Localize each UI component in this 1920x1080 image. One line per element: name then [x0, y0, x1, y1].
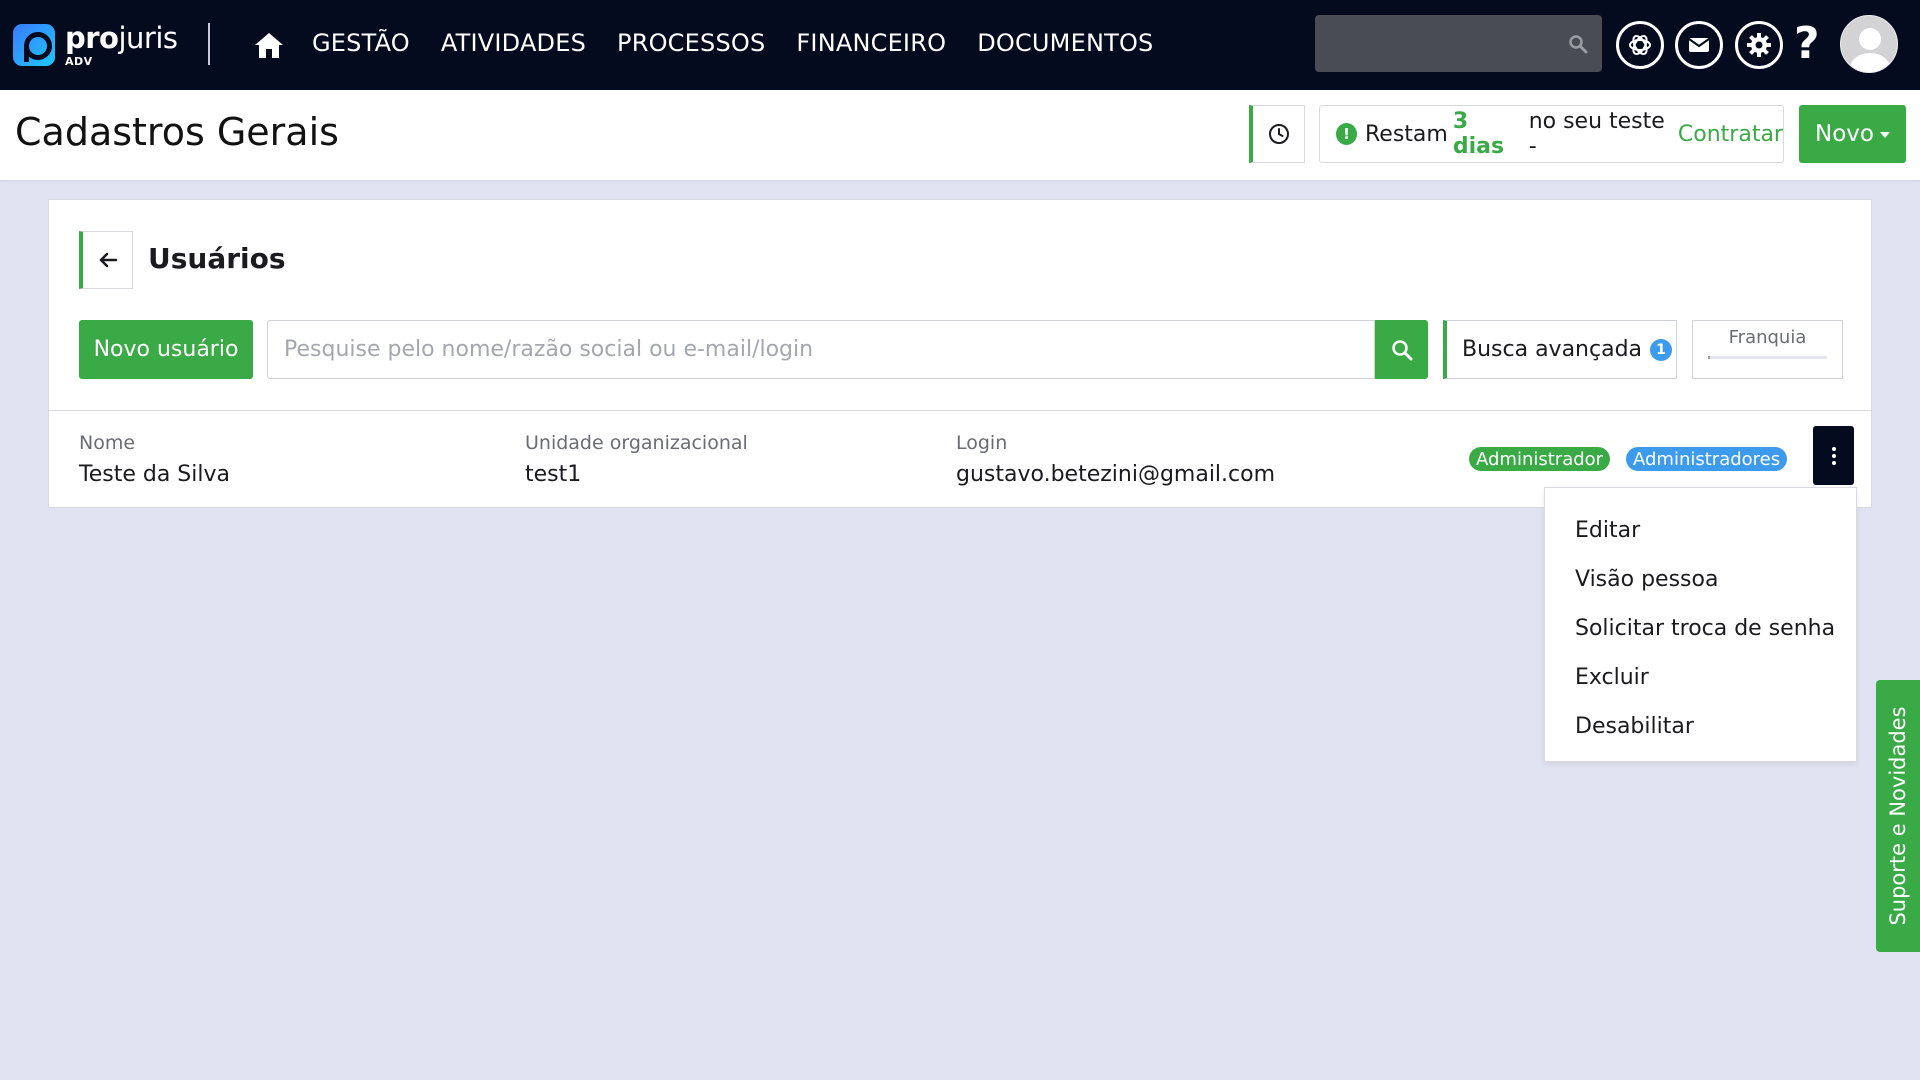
menu-item-visao-pessoa[interactable]: Visão pessoa: [1545, 555, 1856, 604]
nav-atividades[interactable]: ATIVIDADES: [441, 29, 586, 57]
new-user-button[interactable]: Novo usuário: [79, 320, 253, 379]
filter-count-badge: 1: [1650, 338, 1673, 361]
back-button[interactable]: [79, 231, 133, 289]
alert-icon: !: [1336, 123, 1357, 145]
gear-icon: [1747, 33, 1771, 57]
page-title: Cadastros Gerais: [15, 110, 339, 154]
logo-text: projuris ADV: [65, 21, 178, 68]
nav-processos[interactable]: PROCESSOS: [617, 29, 765, 57]
novo-dropdown-button[interactable]: Novo: [1799, 105, 1906, 163]
role-badge-administrador: Administrador: [1469, 447, 1611, 471]
page-header: Cadastros Gerais ! Restam 3 dias no seu …: [0, 90, 1920, 180]
novo-label: Novo: [1815, 121, 1874, 147]
home-icon[interactable]: [253, 30, 285, 60]
ai-knot-icon: [1629, 34, 1651, 56]
unit-column-label: Unidade organizacional: [525, 432, 748, 454]
main-nav: GESTÃO ATIVIDADES PROCESSOS FINANCEIRO D…: [312, 29, 1154, 57]
settings-icon[interactable]: [1735, 21, 1783, 69]
user-name: Teste da Silva: [79, 462, 230, 487]
clock-icon: [1268, 124, 1289, 144]
nav-gestao[interactable]: GESTÃO: [312, 29, 410, 57]
row-actions-menu: Editar Visão pessoa Solicitar troca de s…: [1544, 487, 1857, 762]
user-login: gustavo.betezini@gmail.com: [956, 462, 1276, 487]
nav-documentos[interactable]: DOCUMENTOS: [977, 29, 1153, 57]
avatar[interactable]: [1840, 15, 1898, 73]
trial-banner: ! Restam 3 dias no seu teste - Contratar: [1319, 105, 1784, 163]
user-unit: test1: [525, 462, 582, 487]
advanced-search-label: Busca avançada: [1462, 337, 1643, 362]
menu-item-excluir[interactable]: Excluir: [1545, 653, 1856, 702]
trial-prefix: Restam: [1365, 121, 1448, 147]
ai-assistant-icon[interactable]: [1616, 21, 1664, 69]
user-search-input[interactable]: [267, 320, 1375, 379]
name-column-label: Nome: [79, 432, 136, 454]
menu-item-solicitar-troca-senha[interactable]: Solicitar troca de senha: [1545, 604, 1856, 653]
history-button[interactable]: [1249, 105, 1305, 163]
menu-item-desabilitar[interactable]: Desabilitar: [1545, 702, 1856, 751]
trial-suffix: no seu teste -: [1528, 109, 1665, 159]
login-column-label: Login: [956, 432, 1008, 454]
nav-financeiro[interactable]: FINANCEIRO: [796, 29, 946, 57]
kebab-dot: [1831, 453, 1836, 458]
logo-mark-icon: [13, 24, 55, 66]
divider: [49, 410, 1871, 411]
user-search-button[interactable]: [1375, 320, 1428, 379]
advanced-search-button[interactable]: Busca avançada 1: [1443, 320, 1677, 379]
trial-days: 3 dias: [1452, 109, 1505, 159]
search-icon[interactable]: [1568, 34, 1588, 54]
top-navbar: projuris ADV GESTÃO ATIVIDADES PROCESSOS…: [0, 0, 1920, 90]
caret-down-icon: [1879, 132, 1890, 138]
global-search-input[interactable]: [1315, 15, 1602, 72]
logo-divider: [208, 23, 210, 65]
support-tab-label: Suporte e Novidades: [1886, 706, 1910, 926]
kebab-dot: [1831, 446, 1836, 451]
arrow-left-icon: [99, 252, 117, 268]
users-card: Usuários Novo usuário Busca avançada 1 F…: [48, 199, 1872, 508]
group-badge-administradores: Administradores: [1626, 447, 1788, 471]
section-title: Usuários: [148, 242, 286, 275]
envelope-icon: [1688, 38, 1710, 52]
mail-icon[interactable]: [1675, 21, 1723, 69]
contratar-link[interactable]: Contratar: [1678, 122, 1783, 147]
franchise-select-bar: [1708, 356, 1827, 359]
global-search: [1315, 15, 1602, 72]
projuris-logo[interactable]: projuris ADV: [13, 24, 178, 67]
kebab-dot: [1831, 460, 1836, 465]
franchise-filter[interactable]: Franquia: [1692, 320, 1843, 379]
menu-item-editar[interactable]: Editar: [1545, 506, 1856, 555]
search-icon: [1391, 339, 1412, 360]
logo-sub: ADV: [65, 55, 93, 68]
row-actions-button[interactable]: [1813, 426, 1854, 485]
support-tab[interactable]: Suporte e Novidades: [1876, 680, 1920, 952]
franchise-label: Franquia: [1728, 327, 1807, 348]
logo-name: projuris: [65, 21, 178, 55]
help-icon[interactable]: ?: [1794, 18, 1820, 69]
